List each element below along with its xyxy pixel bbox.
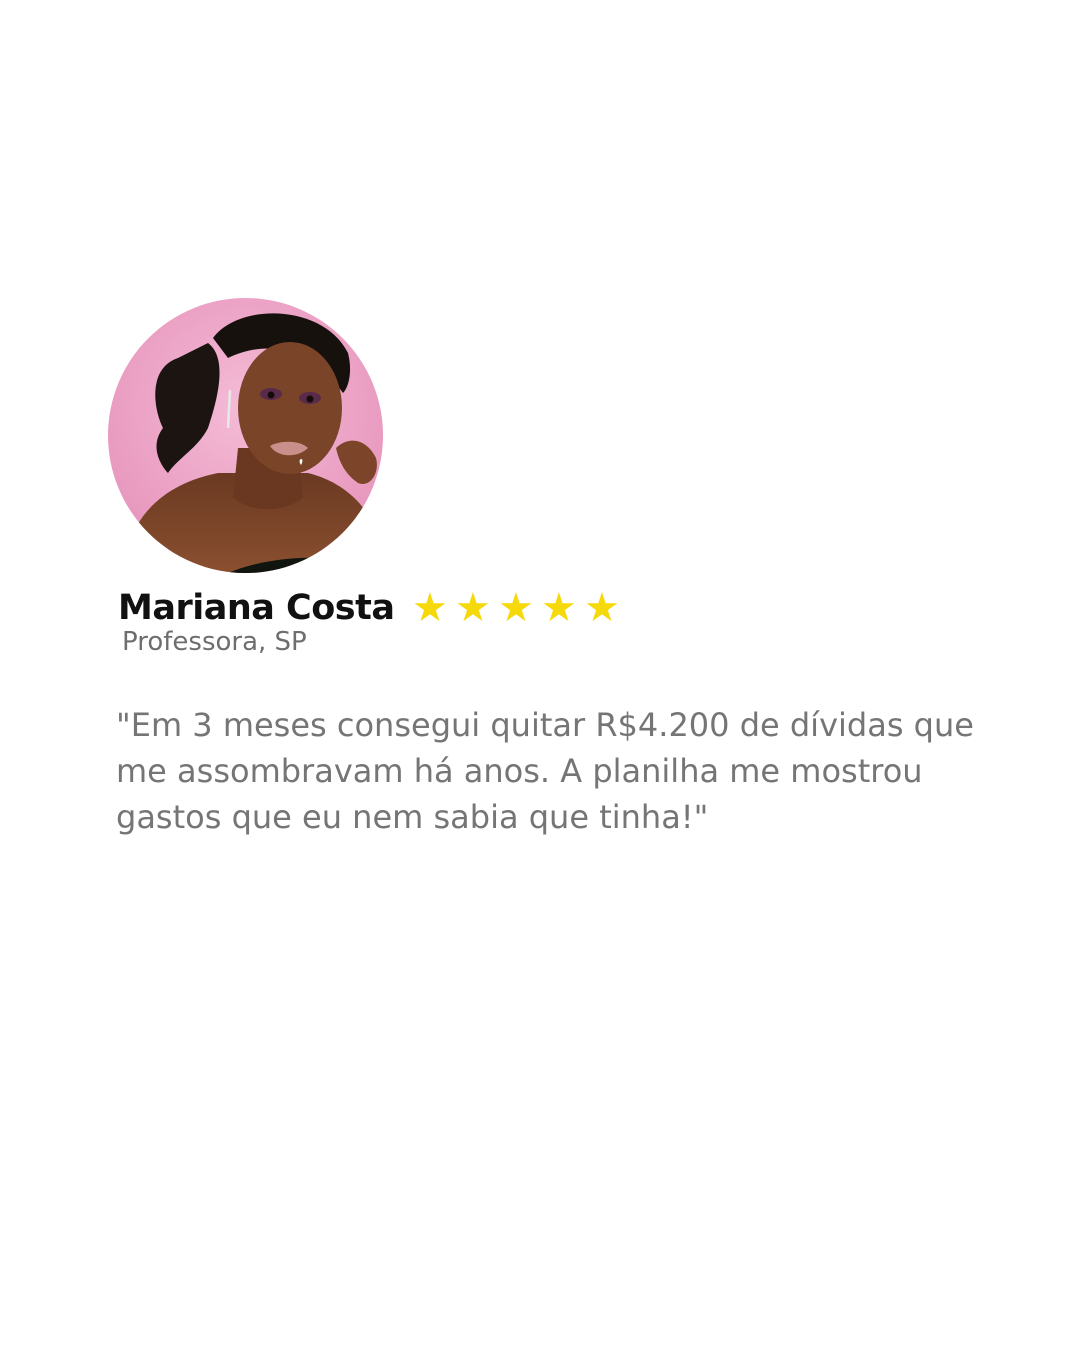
avatar-photo	[108, 298, 383, 573]
quote-line: me assombravam há anos. A planilha me mo…	[116, 752, 923, 790]
quote-line: "Em 3 meses consegui quitar R$4.200 de d…	[116, 706, 974, 744]
rating: ★ ★ ★ ★ ★	[408, 588, 623, 628]
star-icon: ★	[584, 585, 620, 631]
author-name-row: Mariana Costa ★ ★ ★ ★ ★	[118, 584, 623, 632]
star-icon: ★	[412, 585, 448, 631]
author-role: Professora, SP	[122, 627, 307, 657]
author-name: Mariana Costa	[118, 588, 395, 628]
quote-line: gastos que eu nem sabia que tinha!"	[116, 798, 709, 836]
avatar	[108, 298, 383, 573]
star-icon: ★	[455, 585, 491, 631]
star-icon: ★	[541, 585, 577, 631]
testimonial-card: Mariana Costa ★ ★ ★ ★ ★ Professora, SP "…	[0, 0, 1080, 1350]
testimonial-quote: "Em 3 meses consegui quitar R$4.200 de d…	[116, 702, 974, 840]
star-icon: ★	[498, 585, 534, 631]
